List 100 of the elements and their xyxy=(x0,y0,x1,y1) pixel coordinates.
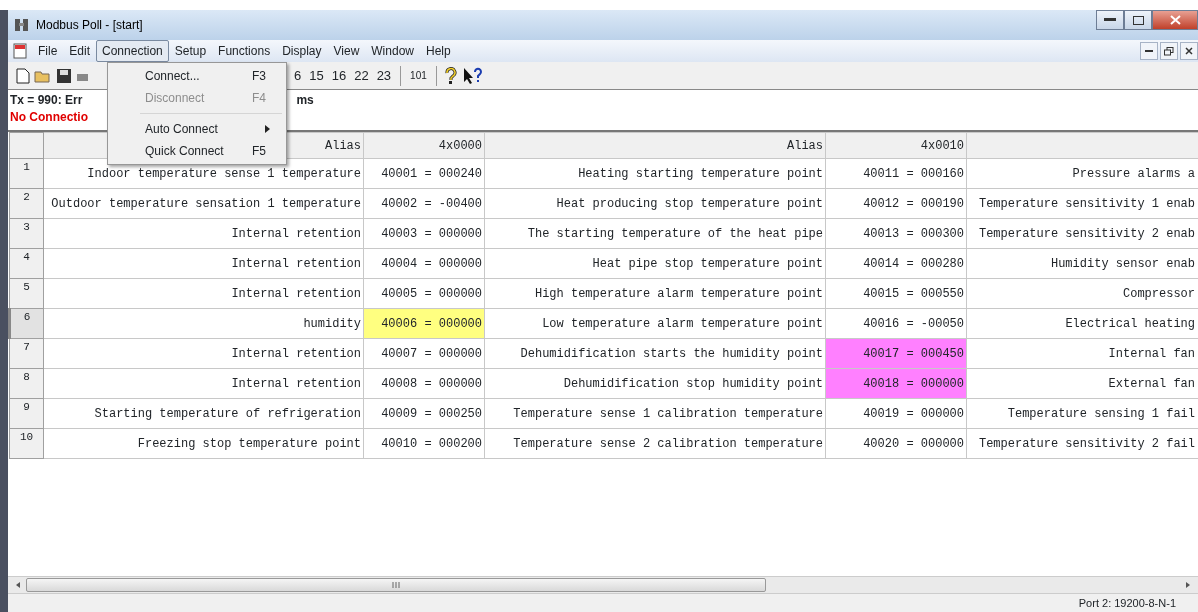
register-value-cell[interactable]: 40018 = 000000 xyxy=(825,368,967,399)
scroll-left-icon[interactable] xyxy=(14,581,22,589)
maximize-icon xyxy=(1132,15,1144,25)
alias-cell: Outdoor temperature sensation 1 temperature xyxy=(43,188,364,219)
register-value-cell[interactable]: 40012 = 000190 xyxy=(825,188,967,219)
connection-status-text: No Connectio xyxy=(10,109,88,126)
shortcut-text: F3 xyxy=(252,68,266,85)
register-value-cell[interactable]: 40005 = 000000 xyxy=(363,278,485,309)
register-value-cell[interactable]: 40010 = 000200 xyxy=(363,428,485,459)
menu-item[interactable]: Connection xyxy=(96,40,169,62)
tx-status-text: Tx = 990: Err xyxy=(10,92,83,109)
port-status-text: Port 2: 19200-8-N-1 xyxy=(1078,595,1176,611)
row-header[interactable]: 2 xyxy=(9,188,44,219)
register-value-cell[interactable]: 40008 = 000000 xyxy=(363,368,485,399)
row-header[interactable]: 7 xyxy=(9,338,44,369)
function-code-button[interactable]: 22 xyxy=(352,65,371,86)
menu-item[interactable]: View xyxy=(327,40,366,62)
app-icon xyxy=(14,17,30,33)
register-value-cell[interactable]: 40020 = 000000 xyxy=(825,428,967,459)
register-value-cell[interactable]: 40001 = 000240 xyxy=(363,158,485,189)
alias-cell: Internal retention xyxy=(43,338,364,369)
register-value-cell[interactable]: 40014 = 000280 xyxy=(825,248,967,279)
alias-cell: Freezing stop temperature point xyxy=(43,428,364,459)
row-header[interactable]: 9 xyxy=(9,398,44,429)
register-value-cell[interactable]: 40017 = 000450 xyxy=(825,338,967,369)
maximize-button[interactable] xyxy=(1124,10,1152,30)
minimize-button[interactable] xyxy=(1140,42,1158,60)
alias-cell: Temperature sense 2 calibration temperature xyxy=(484,428,826,459)
help-icon[interactable] xyxy=(443,66,458,85)
close-icon xyxy=(1185,47,1193,55)
alias-cell: Internal retention xyxy=(43,278,364,309)
column-header: 4x0000 xyxy=(363,132,485,159)
register-value-cell[interactable]: 40016 = -00050 xyxy=(825,308,967,339)
register-value-cell[interactable]: 40013 = 000300 xyxy=(825,218,967,249)
context-help-icon[interactable] xyxy=(461,66,484,85)
row-header[interactable]: 1 xyxy=(9,158,44,189)
function-code-button[interactable]: 15 xyxy=(307,65,326,86)
scroll-right-icon[interactable] xyxy=(1184,581,1192,589)
register-value-cell[interactable]: 40004 = 000000 xyxy=(363,248,485,279)
register-value-cell[interactable]: 40011 = 000160 xyxy=(825,158,967,189)
address-button[interactable]: 101 xyxy=(408,68,429,83)
alias-cell: Dehumidification starts the humidity point xyxy=(484,338,826,369)
menu-item[interactable]: Window xyxy=(365,40,420,62)
alias-cell: Internal retention xyxy=(43,248,364,279)
register-value-cell[interactable]: 40019 = 000000 xyxy=(825,398,967,429)
submenu-arrow-icon xyxy=(265,125,270,133)
alias-cell: Heat pipe stop temperature point xyxy=(484,248,826,279)
shortcut-text: F4 xyxy=(252,90,266,107)
register-value-cell[interactable]: 40009 = 000250 xyxy=(363,398,485,429)
row-header[interactable]: 4 xyxy=(9,248,44,279)
alias-cell: Internal retention xyxy=(43,218,364,249)
window-title: Modbus Poll - [start] xyxy=(36,17,143,34)
alias-cell: Internal retention xyxy=(43,368,364,399)
horizontal-scrollbar[interactable] xyxy=(8,576,1198,593)
save-icon[interactable] xyxy=(56,67,72,84)
function-code-button[interactable]: 6 xyxy=(292,65,304,86)
document-icon[interactable] xyxy=(12,43,28,59)
register-value-cell[interactable]: 40006 = 000000 xyxy=(363,308,485,339)
row-header[interactable]: 8 xyxy=(9,368,44,399)
alias-cell: Dehumidification stop humidity point xyxy=(484,368,826,399)
close-icon xyxy=(1169,15,1181,25)
menu-item[interactable]: Functions xyxy=(212,40,277,62)
menu-item[interactable]: Setup xyxy=(168,40,213,62)
row-header[interactable]: 5 xyxy=(9,278,44,309)
close-button[interactable] xyxy=(1180,42,1198,60)
shortcut-text: F5 xyxy=(252,143,266,160)
register-value-cell[interactable]: 40015 = 000550 xyxy=(825,278,967,309)
menu-item[interactable]: Edit xyxy=(63,40,97,62)
alias-cell: Heating starting temperature point xyxy=(484,158,826,189)
menu-item[interactable]: Help xyxy=(420,40,457,62)
register-value-cell[interactable]: 40002 = -00400 xyxy=(363,188,485,219)
menu-item[interactable]: Display xyxy=(276,40,328,62)
minimize-icon xyxy=(1104,18,1116,22)
alias-cell: High temperature alarm temperature point xyxy=(484,278,826,309)
alias-cell: Temperature sense 1 calibration temperature xyxy=(484,398,826,429)
grip-icon xyxy=(392,582,400,588)
row-header[interactable]: 10 xyxy=(9,428,44,459)
corner-cell xyxy=(9,132,44,159)
register-value-cell[interactable]: 40003 = 000000 xyxy=(363,218,485,249)
close-button[interactable] xyxy=(1152,10,1198,30)
tx-status-text: ms xyxy=(296,92,314,109)
register-value-cell[interactable]: 40007 = 000000 xyxy=(363,338,485,369)
restore-button[interactable] xyxy=(1160,42,1178,60)
menu-item[interactable]: File xyxy=(32,40,64,62)
minimize-button[interactable] xyxy=(1096,10,1124,30)
function-code-button[interactable]: 23 xyxy=(374,65,394,86)
alias-cell: humidity xyxy=(43,308,364,339)
alias-cell: Starting temperature of refrigeration xyxy=(43,398,364,429)
alias-cell: The starting temperature of the heat pipe xyxy=(484,218,826,249)
new-file-icon[interactable] xyxy=(16,67,30,84)
column-header: 4x0010 xyxy=(825,132,967,159)
alias-cell: Heat producing stop temperature point xyxy=(484,188,826,219)
function-code-button[interactable]: 16 xyxy=(329,65,349,86)
alias-cell: Low temperature alarm temperature point xyxy=(484,308,826,339)
minimize-icon xyxy=(1145,49,1153,53)
menu-option[interactable]: Connect... F3 xyxy=(110,65,284,87)
row-header[interactable]: 6 xyxy=(9,308,44,339)
column-header: Alias xyxy=(484,132,826,159)
restore-icon xyxy=(1164,46,1174,56)
row-header[interactable]: 3 xyxy=(9,218,44,249)
